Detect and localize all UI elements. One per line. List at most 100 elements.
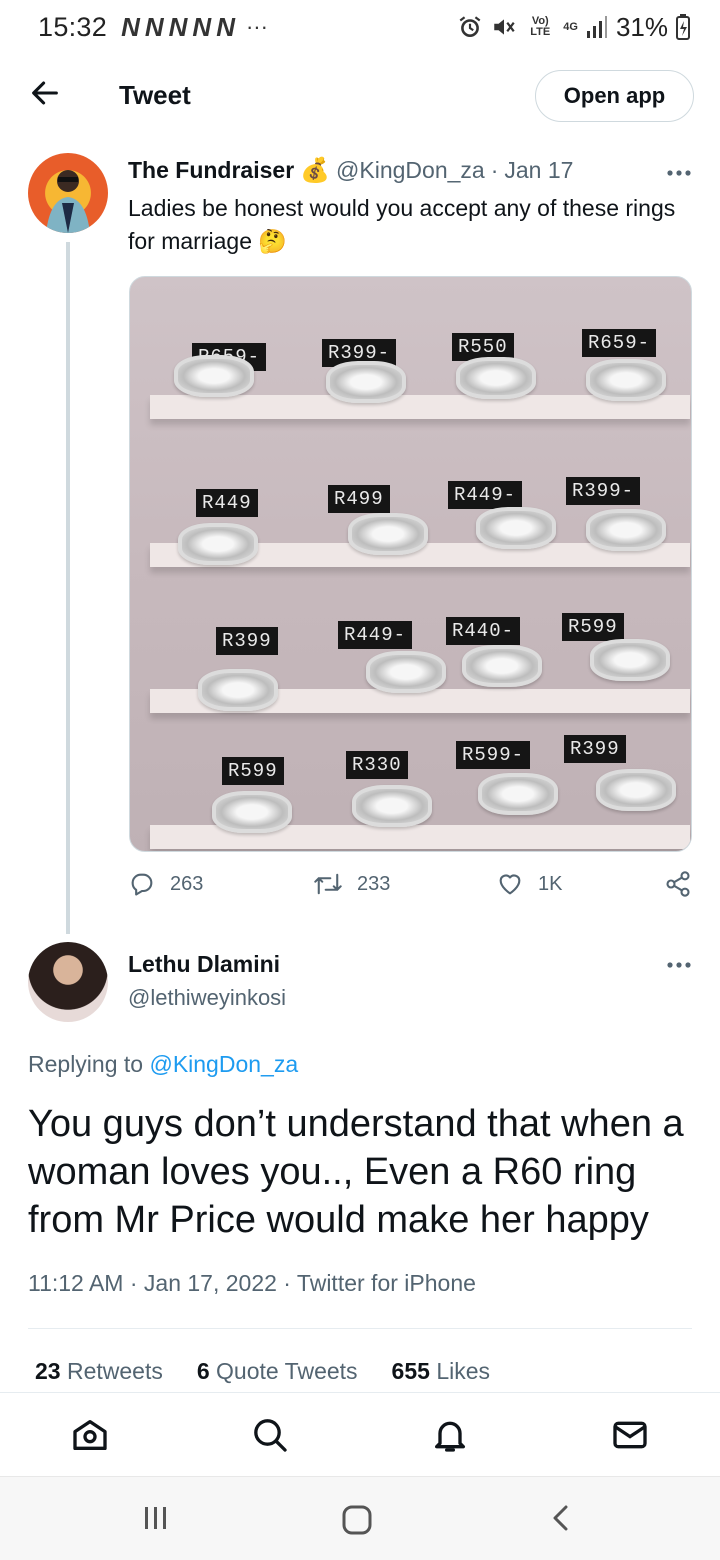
price-tag: R330 (346, 751, 408, 779)
tweet-date[interactable]: Jan 17 (504, 157, 573, 184)
money-bag-emoji: 💰 (300, 157, 331, 184)
share-action[interactable] (664, 870, 692, 898)
ring (476, 507, 556, 549)
notification-icon: N (168, 11, 188, 42)
recent-apps-icon[interactable] (140, 1503, 170, 1533)
quotes-stat[interactable]: 6 Quote Tweets (197, 1358, 358, 1385)
like-count: 1K (538, 872, 563, 895)
tweet-author-row: The Fundraiser 💰 @KingDon_za · Jan 17 (128, 156, 573, 185)
price-tag: R659- (582, 329, 657, 357)
ring (456, 357, 536, 399)
ring (586, 359, 666, 401)
replying-to: Replying to @KingDon_za (28, 1051, 298, 1078)
replying-to-mention[interactable]: @KingDon_za (149, 1051, 298, 1077)
retweets-stat[interactable]: 23 Retweets (35, 1358, 163, 1385)
alarm-icon (459, 16, 481, 37)
price-tag: R599 (562, 613, 624, 641)
open-app-button[interactable]: Open app (535, 70, 694, 122)
ring (326, 361, 406, 403)
price-tag: R599- (456, 741, 531, 769)
avatar[interactable] (28, 153, 108, 233)
mute-icon (494, 19, 515, 35)
reply-action[interactable]: 263 (128, 870, 203, 898)
ring (462, 645, 542, 687)
volte-indicator: Vo) LTE (530, 15, 551, 38)
retweet-icon[interactable] (313, 870, 343, 898)
ring (590, 639, 670, 681)
system-nav-bar (0, 1476, 720, 1560)
likes-stat[interactable]: 655 Likes (392, 1358, 490, 1385)
status-more-dots: ··· (245, 14, 268, 39)
ring (352, 785, 432, 827)
price-tag: R399 (564, 735, 626, 763)
replying-prefix: Replying to (28, 1051, 144, 1077)
price-tag: R449- (338, 621, 413, 649)
tweet-media-image[interactable]: R659- R399- R550 R659- R449 R499 R449- R… (129, 276, 692, 852)
bell-icon[interactable] (430, 1415, 470, 1455)
retweet-count: 233 (357, 872, 391, 895)
ring (586, 509, 666, 551)
mail-icon[interactable] (610, 1415, 650, 1455)
price-tag: R399 (216, 627, 278, 655)
share-icon[interactable] (664, 870, 692, 898)
tweet-action-bar: 263 233 1K (128, 870, 694, 906)
notification-icon: N (144, 11, 164, 42)
likes-stat-label: Likes (436, 1358, 491, 1384)
top-header: Tweet Open app (0, 62, 720, 130)
price-tag: R499 (328, 485, 390, 513)
home-button-icon[interactable] (340, 1503, 374, 1537)
more-options-icon[interactable] (666, 168, 692, 178)
notification-icon: N (216, 11, 235, 42)
network-indicator: 4G (563, 20, 578, 33)
ring (478, 773, 558, 815)
thread-line (66, 242, 70, 934)
like-action[interactable]: 1K (496, 870, 562, 898)
retweets-stat-label: Retweets (66, 1358, 163, 1384)
notification-icon: N (121, 11, 140, 42)
ring (198, 669, 278, 711)
tweet-meta: 11:12 AM · Jan 17, 2022 · Twitter for iP… (28, 1270, 476, 1296)
price-tag: R399- (566, 477, 641, 505)
notification-icon: N (192, 11, 211, 42)
avatar-figure (46, 170, 90, 233)
author-handle[interactable]: @KingDon_za (336, 157, 485, 184)
separator-dot: · (490, 157, 499, 183)
reply-author-name[interactable]: Lethu Dlamini (128, 951, 280, 978)
author-name[interactable]: The Fundraiser (128, 157, 294, 184)
ring (348, 513, 428, 555)
signal-icon (586, 16, 607, 38)
more-options-icon[interactable] (666, 960, 692, 970)
avatar[interactable] (28, 942, 108, 1022)
price-tag: R599 (222, 757, 284, 785)
status-right: Vo) LTE 4G 31% (457, 12, 690, 43)
retweet-action[interactable]: 233 (313, 870, 390, 898)
battery-charging-icon (676, 14, 690, 40)
price-tag: R449 (196, 489, 258, 517)
reply-author-handle[interactable]: @lethiweyinkosi (128, 985, 286, 1011)
ring (596, 769, 676, 811)
ring (212, 791, 292, 833)
likes-stat-count: 655 (391, 1358, 430, 1384)
retweets-stat-count: 23 (35, 1358, 61, 1384)
tweet-text: Ladies be honest would you accept any of… (128, 195, 676, 254)
quotes-stat-count: 6 (196, 1358, 210, 1384)
battery-level: 31% (615, 11, 668, 42)
price-tag: R449- (448, 481, 523, 509)
notification-icons: N N N N N (121, 11, 235, 43)
back-button-icon[interactable] (546, 1503, 576, 1533)
quotes-stat-label: Quote Tweets (216, 1358, 358, 1384)
bottom-nav (0, 1392, 720, 1476)
ring (366, 651, 446, 693)
engagement-stats: 23 Retweets 6 Quote Tweets 655 Likes (35, 1358, 490, 1385)
page-title: Tweet (119, 80, 191, 110)
status-bar: 15:32 N N N N N ··· Vo) LTE 4G 31% (0, 0, 720, 54)
ring (174, 355, 254, 397)
status-time: 15:32 (38, 11, 108, 42)
divider (28, 1328, 692, 1329)
back-arrow-icon[interactable] (28, 76, 62, 110)
search-icon[interactable] (250, 1415, 290, 1455)
heart-icon[interactable] (496, 870, 524, 898)
reply-icon[interactable] (128, 870, 156, 898)
home-icon[interactable] (70, 1415, 110, 1455)
price-tag: R440- (446, 617, 521, 645)
